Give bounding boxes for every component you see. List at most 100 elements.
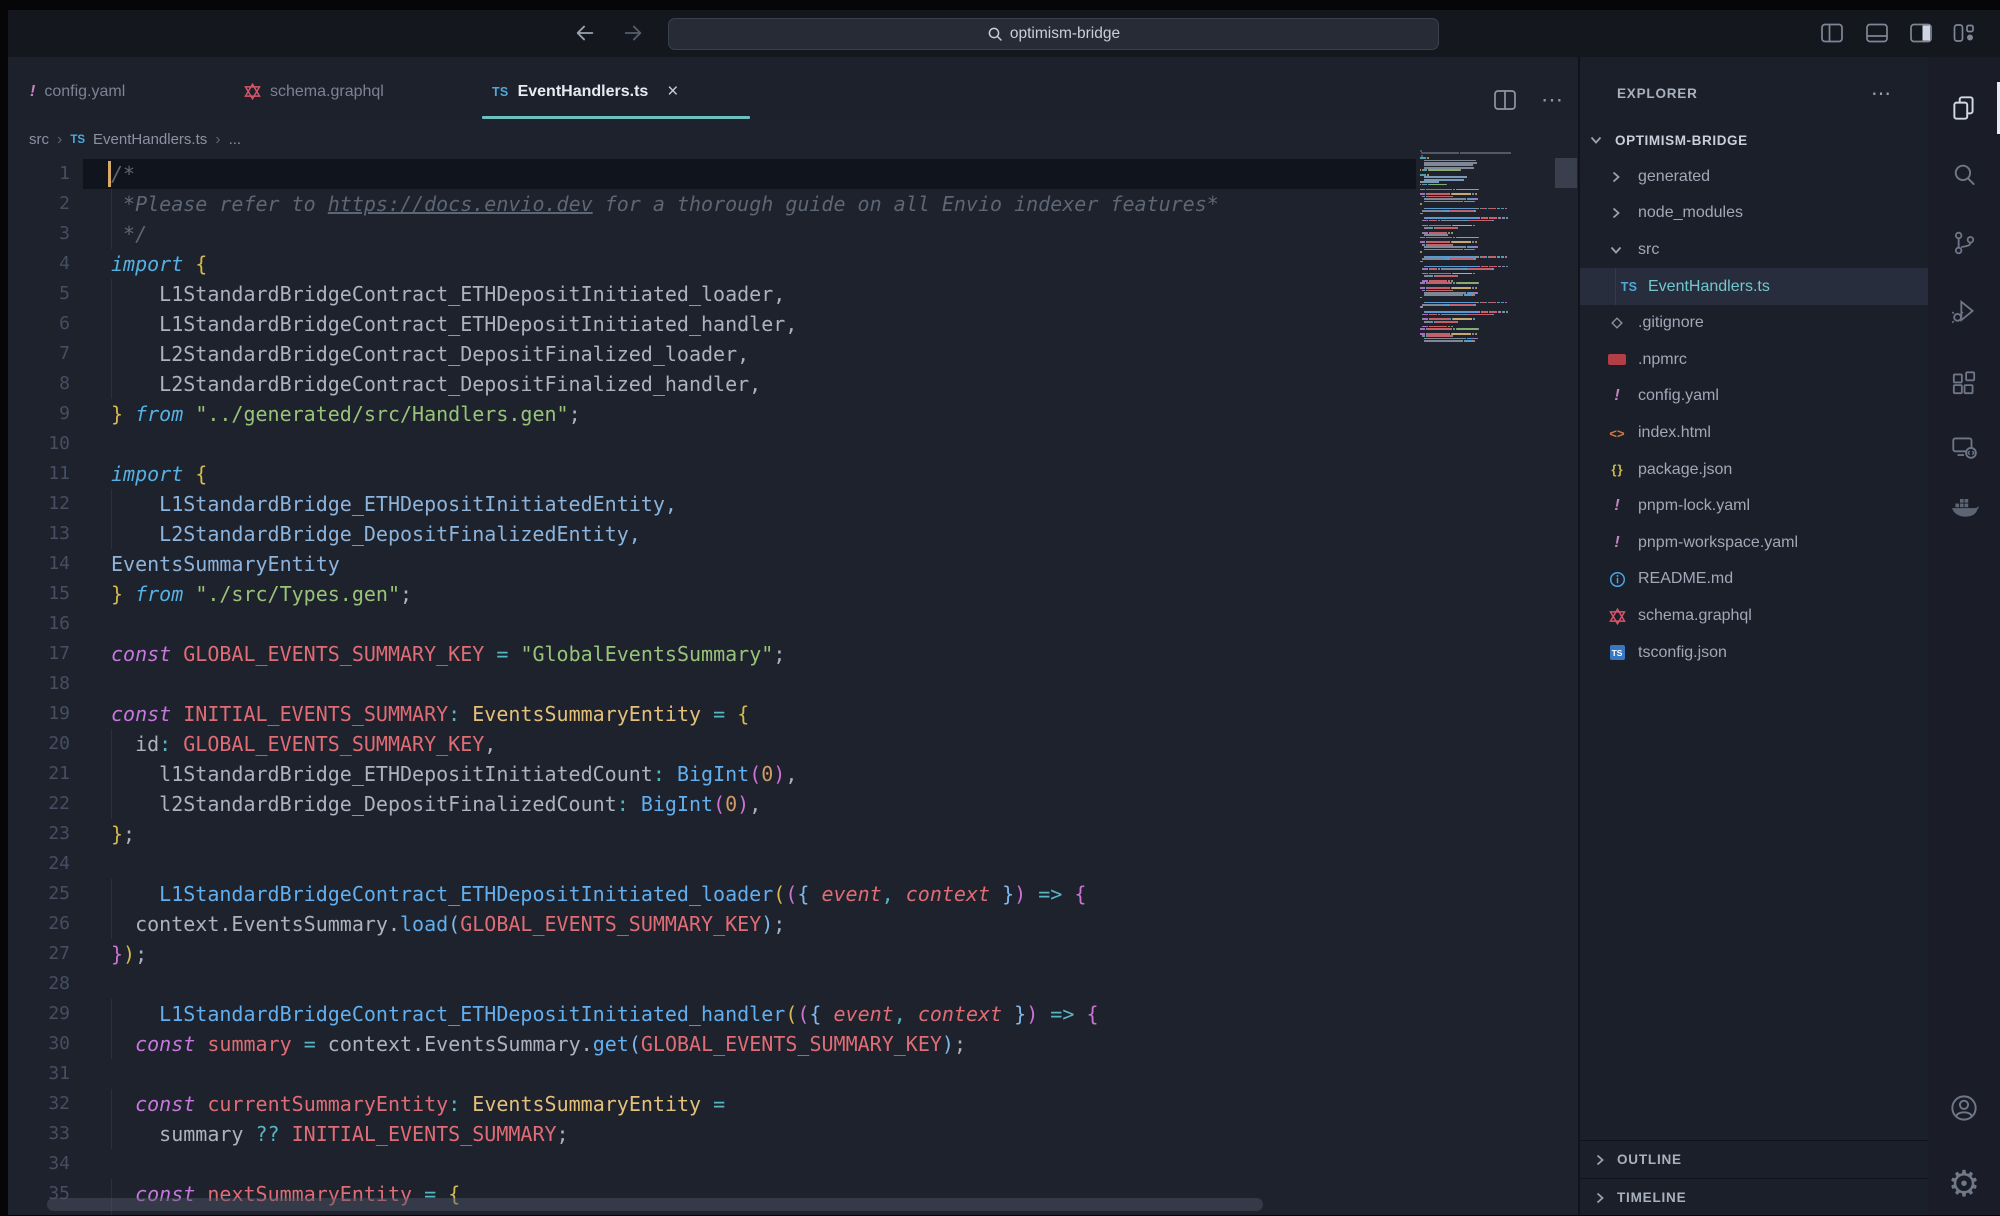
chevron-down-icon <box>1588 132 1604 148</box>
code-line-34[interactable]: 34 <box>8 1149 1578 1179</box>
code-line-16[interactable]: 16 <box>8 609 1578 639</box>
more-actions-icon[interactable]: ⋯ <box>1871 81 1892 106</box>
code-line-19[interactable]: 19const INITIAL_EVENTS_SUMMARY: EventsSu… <box>8 699 1578 729</box>
code-line-25[interactable]: 25 L1StandardBridgeContract_ETHDepositIn… <box>8 879 1578 909</box>
chevron-right-icon <box>1608 205 1624 221</box>
line-number: 21 <box>8 759 70 789</box>
code-line-11[interactable]: 11import { <box>8 459 1578 489</box>
code-line-14[interactable]: 14EventsSummaryEntity <box>8 549 1578 579</box>
breadcrumb-symbol[interactable]: ... <box>229 131 242 148</box>
tree-item-label: pnpm-lock.yaml <box>1638 497 1750 515</box>
activity-remote-explorer[interactable] <box>1928 427 2000 467</box>
code-text: summary ?? INITIAL_EVENTS_SUMMARY; <box>111 1119 569 1149</box>
tree-item-OPTIMISM-BRIDGE[interactable]: OPTIMISM-BRIDGE <box>1580 122 1930 159</box>
tab-bar: !config.yaml schema.graphqlTSEventHandler… <box>8 57 1578 120</box>
code-line-10[interactable]: 10 <box>8 429 1578 459</box>
code-line-33[interactable]: 33 summary ?? INITIAL_EVENTS_SUMMARY; <box>8 1119 1578 1149</box>
tree-item-generated[interactable]: generated <box>1580 159 1930 196</box>
tab-config.yaml[interactable]: !config.yaml <box>20 57 210 120</box>
activity-explorer[interactable] <box>1928 88 2000 128</box>
tree-item-.gitignore[interactable]: .gitignore <box>1580 305 1930 342</box>
line-number: 23 <box>8 819 70 849</box>
yaml-warning-icon: ! <box>1606 497 1628 515</box>
code-line-2[interactable]: 2 *Please refer to https://docs.envio.de… <box>8 189 1578 219</box>
tree-item-schema.graphql[interactable]: schema.graphql <box>1580 598 1930 635</box>
code-text: l1StandardBridge_ETHDepositInitiatedCoun… <box>111 759 797 789</box>
forward-arrow-icon[interactable] <box>619 19 647 47</box>
tree-item-index.html[interactable]: <>index.html <box>1580 415 1930 452</box>
toggle-panel-left-icon[interactable] <box>1819 20 1845 46</box>
breadcrumb-src[interactable]: src <box>29 131 49 148</box>
tree-item-label: .gitignore <box>1638 314 1704 332</box>
breadcrumb[interactable]: src › TS EventHandlers.ts › ... <box>8 120 1578 159</box>
code-line-30[interactable]: 30 const summary = context.EventsSummary… <box>8 1029 1578 1059</box>
horizontal-scrollbar[interactable] <box>47 1198 1263 1211</box>
outline-section[interactable]: OUTLINE <box>1580 1140 1930 1178</box>
code-area[interactable]: 1/*2 *Please refer to https://docs.envio… <box>8 159 1578 1215</box>
toggle-panel-bottom-icon[interactable] <box>1864 20 1890 46</box>
code-line-3[interactable]: 3 */ <box>8 219 1578 249</box>
more-actions-icon[interactable]: ⋯ <box>1541 87 1564 113</box>
toggle-panel-right-icon[interactable] <box>1908 20 1934 46</box>
minimap[interactable] <box>1420 150 1554 406</box>
code-line-17[interactable]: 17const GLOBAL_EVENTS_SUMMARY_KEY = "Glo… <box>8 639 1578 669</box>
code-line-24[interactable]: 24 <box>8 849 1578 879</box>
code-line-1[interactable]: 1/* <box>8 159 1578 189</box>
customize-layout-icon[interactable] <box>1951 20 1977 46</box>
code-line-31[interactable]: 31 <box>8 1059 1578 1089</box>
tree-item-.npmrc[interactable]: .npmrc <box>1580 342 1930 379</box>
code-line-13[interactable]: 13 L2StandardBridge_DepositFinalizedEnti… <box>8 519 1578 549</box>
code-line-8[interactable]: 8 L2StandardBridgeContract_DepositFinali… <box>8 369 1578 399</box>
tree-item-pnpm-lock.yaml[interactable]: ! pnpm-lock.yaml <box>1580 488 1930 525</box>
tree-item-README.md[interactable]: README.md <box>1580 561 1930 598</box>
breadcrumb-file[interactable]: EventHandlers.ts <box>93 131 207 148</box>
activity-docker[interactable] <box>1928 487 2000 527</box>
code-line-27[interactable]: 27}); <box>8 939 1578 969</box>
code-line-29[interactable]: 29 L1StandardBridgeContract_ETHDepositIn… <box>8 999 1578 1029</box>
code-line-9[interactable]: 9} from "../generated/src/Handlers.gen"; <box>8 399 1578 429</box>
tab-schema.graphql[interactable]: schema.graphql <box>234 57 470 120</box>
minimap-slider[interactable] <box>1555 158 1577 188</box>
code-text: import { <box>111 249 207 279</box>
code-line-6[interactable]: 6 L1StandardBridgeContract_ETHDepositIni… <box>8 309 1578 339</box>
line-number: 6 <box>8 309 70 339</box>
activity-accounts[interactable] <box>1928 1088 2000 1128</box>
tree-item-node_modules[interactable]: node_modules <box>1580 195 1930 232</box>
code-line-23[interactable]: 23}; <box>8 819 1578 849</box>
tab-EventHandlers.ts[interactable]: TSEventHandlers.ts× <box>482 57 750 120</box>
back-arrow-icon[interactable] <box>571 19 599 47</box>
code-line-21[interactable]: 21 l1StandardBridge_ETHDepositInitiatedC… <box>8 759 1578 789</box>
debug-icon <box>1949 297 1979 327</box>
code-line-5[interactable]: 5 L1StandardBridgeContract_ETHDepositIni… <box>8 279 1578 309</box>
tree-item-EventHandlers.ts[interactable]: TSEventHandlers.ts <box>1580 268 1930 305</box>
tree-item-src[interactable]: src <box>1580 232 1930 269</box>
split-editor-icon[interactable] <box>1493 89 1517 111</box>
code-line-22[interactable]: 22 l2StandardBridge_DepositFinalizedCoun… <box>8 789 1578 819</box>
code-line-7[interactable]: 7 L2StandardBridgeContract_DepositFinali… <box>8 339 1578 369</box>
code-line-20[interactable]: 20 id: GLOBAL_EVENTS_SUMMARY_KEY, <box>8 729 1578 759</box>
file-tree: OPTIMISM-BRIDGEgeneratednode_modulessrcT… <box>1580 122 1930 671</box>
activity-search[interactable] <box>1928 155 2000 195</box>
activity-extensions[interactable] <box>1928 363 2000 403</box>
command-center-search[interactable]: optimism-bridge <box>668 18 1439 50</box>
close-tab-icon[interactable]: × <box>667 81 678 103</box>
tree-item-pnpm-workspace.yaml[interactable]: !pnpm-workspace.yaml <box>1580 525 1930 562</box>
tree-item-config.yaml[interactable]: !config.yaml <box>1580 378 1930 415</box>
code-line-28[interactable]: 28 <box>8 969 1578 999</box>
tree-item-tsconfig.json[interactable]: TStsconfig.json <box>1580 634 1930 671</box>
code-line-12[interactable]: 12 L1StandardBridge_ETHDepositInitiatedE… <box>8 489 1578 519</box>
code-line-15[interactable]: 15} from "./src/Types.gen"; <box>8 579 1578 609</box>
activity-source-control[interactable] <box>1928 223 2000 263</box>
tree-item-label: generated <box>1638 168 1710 186</box>
tree-item-package.json[interactable]: { }package.json <box>1580 451 1930 488</box>
code-line-26[interactable]: 26 context.EventsSummary.load(GLOBAL_EVE… <box>8 909 1578 939</box>
line-number: 3 <box>8 219 70 249</box>
line-number: 34 <box>8 1149 70 1179</box>
code-line-18[interactable]: 18 <box>8 669 1578 699</box>
activity-run-debug[interactable] <box>1928 292 2000 332</box>
activity-settings[interactable]: ⚙ <box>1928 1165 2000 1205</box>
code-text: L2StandardBridgeContract_DepositFinalize… <box>111 339 749 369</box>
timeline-section[interactable]: TIMELINE <box>1580 1178 1930 1216</box>
code-line-32[interactable]: 32 const currentSummaryEntity: EventsSum… <box>8 1089 1578 1119</box>
code-line-4[interactable]: 4import { <box>8 249 1578 279</box>
